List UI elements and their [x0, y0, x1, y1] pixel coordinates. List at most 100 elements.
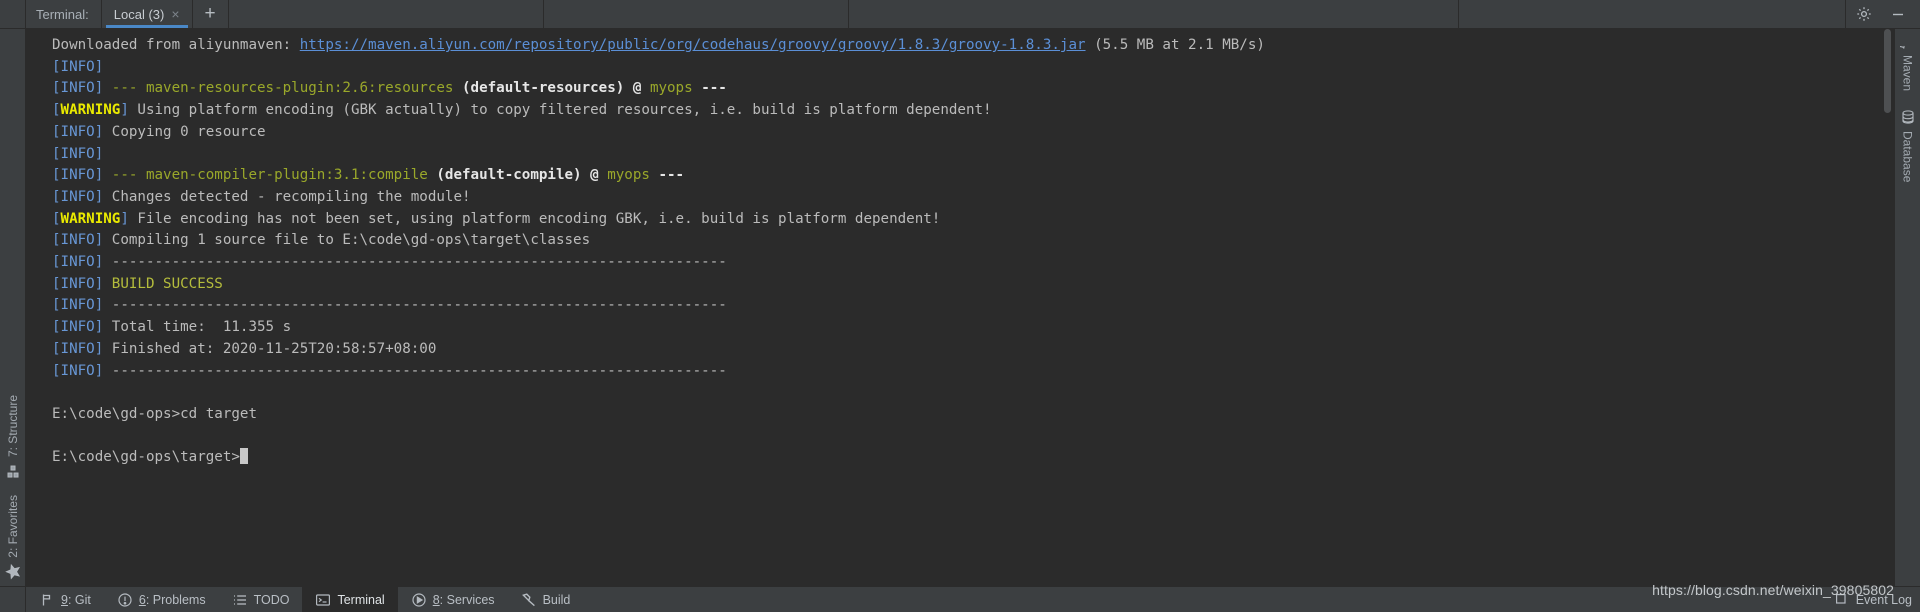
terminal-line: [INFO] Compiling 1 source file to E:\cod… — [52, 230, 1894, 252]
gear-icon[interactable] — [1856, 6, 1872, 22]
statusbar-right: Event Log — [1834, 587, 1920, 612]
maven-module-name: myops — [649, 80, 693, 97]
tabbar-segment-2 — [544, 0, 849, 28]
log-bracket-close: ] — [120, 102, 129, 119]
build-total-time: Total time: 11.355 s — [103, 319, 292, 336]
statusbar-item-todo[interactable]: TODO — [219, 587, 303, 612]
close-icon[interactable]: × — [171, 7, 179, 21]
log-tag-info: [INFO] — [52, 362, 104, 379]
log-tag-info: [INFO] — [52, 319, 104, 336]
tabbar-left-gutter — [0, 0, 26, 28]
terminal-line: [INFO] BUILD SUCCESS — [52, 274, 1894, 296]
sidebar-item-database[interactable]: Database — [1900, 109, 1916, 182]
terminal-line-prefix: Downloaded from aliyunmaven: — [52, 37, 300, 53]
statusbar-item-git[interactable]: 9: Git — [26, 587, 104, 612]
statusbar-left-gutter — [0, 587, 26, 612]
goal-tail: --- — [692, 80, 727, 97]
at-separator: @ — [581, 167, 608, 184]
statusbar-item-event-log-label: Event Log — [1855, 592, 1912, 607]
terminal-line: [INFO] Changes detected - recompiling th… — [52, 187, 1894, 209]
sidebar-item-favorites-label: 2: Favorites — [5, 495, 20, 558]
log-tag-info: [INFO] — [52, 275, 104, 292]
database-icon — [1900, 109, 1916, 125]
status-bar: 9: Git 6: Problems TODO Terminal 8: Serv… — [0, 586, 1920, 612]
terminal-line: [WARNING] File encoding has not been set… — [52, 209, 1894, 231]
main-row: 7: Structure 2: Favorites Downloaded fro… — [0, 29, 1920, 586]
terminal-tabbar: Terminal: Local (3) × + — [0, 0, 1920, 29]
terminal-tab-local-3[interactable]: Local (3) × — [100, 0, 193, 28]
terminal-line-text: Using platform encoding (GBK actually) t… — [128, 102, 992, 119]
services-play-icon — [411, 592, 427, 608]
sidebar-item-database-label: Database — [1900, 131, 1915, 183]
at-separator: @ — [624, 80, 650, 97]
tabbar-segment-1 — [229, 0, 544, 28]
sidebar-item-favorites[interactable]: 2: Favorites — [4, 495, 21, 580]
terminal-cursor — [239, 448, 248, 465]
problems-icon — [117, 592, 133, 608]
terminal-line-text: Copying 0 resource — [103, 123, 266, 140]
svg-text:m: m — [1900, 45, 1909, 49]
build-status-text: BUILD SUCCESS — [103, 275, 223, 292]
log-tag-info: [INFO] — [52, 145, 104, 162]
maven-artifact-link[interactable]: https://maven.aliyun.com/repository/publ… — [300, 37, 1086, 53]
terminal-line: [INFO] — [52, 144, 1894, 166]
right-tool-strip: m Maven Database — [1894, 29, 1920, 586]
terminal-scrollbar-thumb[interactable] — [1884, 29, 1891, 113]
maven-icon: m — [1900, 33, 1916, 49]
statusbar-item-event-log[interactable]: Event Log — [1834, 592, 1912, 608]
terminal-output[interactable]: Downloaded from aliyunmaven: https://mav… — [26, 29, 1894, 586]
terminal-line: [INFO] ---------------------------------… — [52, 252, 1894, 274]
statusbar-item-terminal[interactable]: Terminal — [302, 587, 398, 612]
sidebar-item-structure[interactable]: 7: Structure — [5, 395, 21, 479]
log-bracket-open: [ — [52, 102, 61, 119]
minimize-icon[interactable] — [1890, 6, 1906, 22]
log-tag-info: [INFO] — [52, 232, 104, 249]
goal-dashes: --- — [103, 80, 146, 97]
statusbar-item-build[interactable]: Build — [508, 587, 584, 612]
log-tag-warning: WARNING — [60, 210, 121, 227]
tabbar-segment-4 — [1459, 0, 1846, 28]
maven-plugin-goal: maven-resources-plugin:2.6:resources — [145, 80, 454, 97]
log-tag-info: [INFO] — [52, 188, 104, 205]
terminal-toolwindow-label: Terminal: — [36, 6, 89, 22]
terminal-line: [INFO] Copying 0 resource — [52, 122, 1894, 144]
maven-execution-id: (default-resources) — [453, 80, 625, 97]
terminal-line: [INFO] — [52, 57, 1894, 79]
terminal-line: [INFO] --- maven-compiler-plugin:3.1:com… — [52, 165, 1894, 187]
sidebar-item-maven-label: Maven — [1900, 55, 1915, 92]
log-bracket-close: ] — [120, 210, 129, 227]
maven-execution-id: (default-compile) — [427, 167, 582, 184]
terminal-icon — [315, 592, 331, 608]
terminal-prompt: E:\code\gd-ops\target> — [52, 449, 240, 466]
statusbar-item-services-label: 8: Services — [432, 592, 495, 607]
goal-tail: --- — [649, 167, 685, 184]
terminal-rule-line: ----------------------------------------… — [103, 254, 727, 271]
event-log-icon — [1834, 592, 1850, 608]
terminal-line: E:\code\gd-ops\target> — [52, 447, 1894, 469]
log-tag-info: [INFO] — [52, 340, 104, 357]
log-tag-warning: WARNING — [60, 102, 121, 119]
goal-dashes: --- — [103, 167, 146, 184]
maven-plugin-goal: maven-compiler-plugin:3.1:compile — [145, 167, 428, 184]
sidebar-item-maven[interactable]: m Maven — [1900, 33, 1916, 91]
todo-list-icon — [232, 592, 248, 608]
tabbar-spacer — [229, 0, 1846, 28]
new-terminal-tab-button[interactable]: + — [193, 0, 229, 28]
statusbar-item-problems[interactable]: 6: Problems — [104, 587, 219, 612]
terminal-line: [INFO] Total time: 11.355 s — [52, 317, 1894, 339]
terminal-command-line: E:\code\gd-ops>cd target — [52, 405, 257, 422]
log-tag-info: [INFO] — [52, 80, 104, 97]
log-bracket-open: [ — [52, 210, 61, 227]
star-icon — [4, 564, 21, 580]
maven-module-name: myops — [607, 167, 650, 184]
statusbar-item-build-label: Build — [542, 592, 571, 607]
statusbar-item-services[interactable]: 8: Services — [398, 587, 508, 612]
tabbar-controls — [1846, 0, 1920, 28]
terminal-line-text: Changes detected - recompiling the modul… — [103, 188, 471, 205]
log-tag-info: [INFO] — [52, 58, 104, 75]
sidebar-item-structure-label: 7: Structure — [5, 395, 20, 458]
terminal-line: Downloaded from aliyunmaven: https://mav… — [52, 35, 1894, 57]
structure-icon — [5, 463, 21, 479]
terminal-scrollbar[interactable] — [1881, 29, 1894, 586]
